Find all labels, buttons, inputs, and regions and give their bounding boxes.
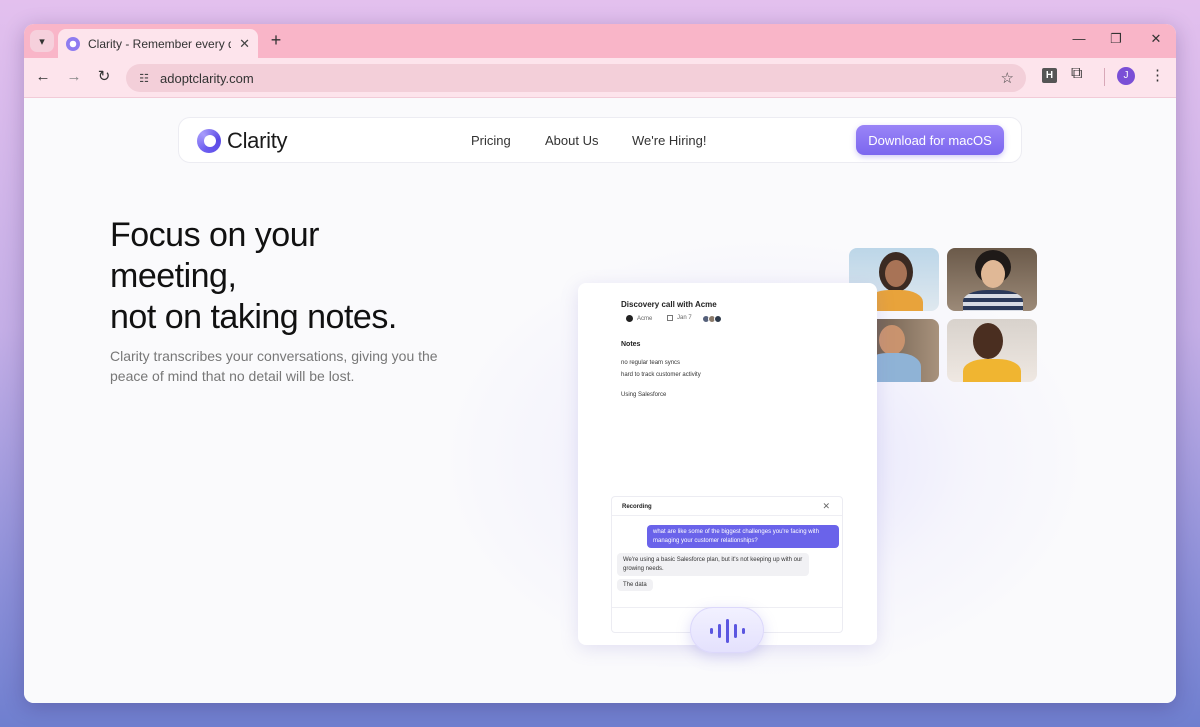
close-icon[interactable]: ✕ <box>239 36 250 52</box>
back-icon[interactable]: ← <box>33 67 53 87</box>
notes-heading: Notes <box>621 341 641 348</box>
transcript-question: what are like some of the biggest challe… <box>647 525 839 548</box>
site-settings-icon[interactable]: ☷ <box>132 72 156 85</box>
hero-title-line-3: not on taking notes. <box>110 298 397 336</box>
clarity-logo-icon <box>197 129 221 153</box>
reload-icon[interactable]: ↻ <box>94 67 114 87</box>
app-preview-card: Discovery call with Acme Acme Jan 7 Note… <box>578 283 877 645</box>
hero-title-line-2: meeting, <box>110 257 237 295</box>
hero-subtitle: Clarity transcribes your conversations, … <box>110 348 438 384</box>
new-tab-icon[interactable]: + <box>266 30 286 51</box>
date-label: Jan 7 <box>677 315 692 321</box>
participant-video-2 <box>947 248 1037 311</box>
toolbar-divider <box>1104 68 1105 86</box>
bookmark-star-icon[interactable]: ☆ <box>1001 69 1014 87</box>
extensions-icon[interactable]: ⧉ <box>1071 65 1082 83</box>
url-text[interactable]: adoptclarity.com <box>160 71 254 86</box>
calendar-icon <box>667 315 673 321</box>
browser-toolbar: ← → ↻ ☷ adoptclarity.com ☆ H ⧉ J ⋮ <box>24 58 1176 98</box>
participant-video-4 <box>947 319 1037 382</box>
restore-icon[interactable]: ❐ <box>1104 31 1128 47</box>
nav-link-about[interactable]: About Us <box>545 133 598 148</box>
download-button[interactable]: Download for macOS <box>856 125 1004 155</box>
tab-search-icon[interactable]: ▾ <box>30 30 54 52</box>
note-line-3: Using Salesforce <box>621 392 667 398</box>
hero-title-line-1: Focus on your <box>110 216 319 254</box>
address-bar[interactable]: ☷ adoptclarity.com ☆ <box>126 64 1026 92</box>
company-icon <box>626 315 633 322</box>
logo[interactable]: Clarity <box>197 128 288 154</box>
web-page: Clarity Pricing About Us We're Hiring! D… <box>24 99 1176 703</box>
divider <box>612 515 842 516</box>
note-line-1: no regular team syncs <box>621 360 681 366</box>
browser-window: ▾ Clarity - Remember every detail ✕ + — … <box>24 24 1176 703</box>
logo-text: Clarity <box>227 128 288 153</box>
tab-title: Clarity - Remember every detail <box>88 36 231 51</box>
favicon-icon <box>66 36 80 51</box>
transcript-answer: We're using a basic Salesforce plan, but… <box>617 553 809 576</box>
company-label: Acme <box>637 315 653 322</box>
meeting-title: Discovery call with Acme <box>621 300 717 309</box>
minimize-icon[interactable]: — <box>1067 31 1091 46</box>
menu-icon[interactable]: ⋮ <box>1150 66 1165 84</box>
attendee-avatars <box>702 315 722 323</box>
recording-heading: Recording <box>622 504 652 510</box>
note-line-2: hard to track customer activity <box>621 372 701 378</box>
date-tag: Jan 7 <box>667 315 692 321</box>
forward-icon[interactable]: → <box>64 67 84 87</box>
audio-wave-icon <box>691 608 763 652</box>
nav-link-hiring[interactable]: We're Hiring! <box>632 133 706 148</box>
tab-bar: ▾ Clarity - Remember every detail ✕ + — … <box>24 24 1176 58</box>
hero-title: Focus on your meeting, not on taking not… <box>110 215 490 338</box>
profile-avatar[interactable]: J <box>1117 67 1135 85</box>
window-close-icon[interactable]: ✕ <box>1144 31 1168 47</box>
browser-tab[interactable]: Clarity - Remember every detail ✕ <box>58 29 258 58</box>
transcript-partial: The data <box>617 579 653 591</box>
close-icon[interactable]: ✕ <box>822 501 830 512</box>
recording-button[interactable] <box>690 607 764 653</box>
extension-h-icon[interactable]: H <box>1042 68 1057 83</box>
nav-link-pricing[interactable]: Pricing <box>471 133 511 148</box>
company-tag: Acme <box>626 315 652 322</box>
site-navbar: Clarity Pricing About Us We're Hiring! D… <box>178 117 1022 163</box>
